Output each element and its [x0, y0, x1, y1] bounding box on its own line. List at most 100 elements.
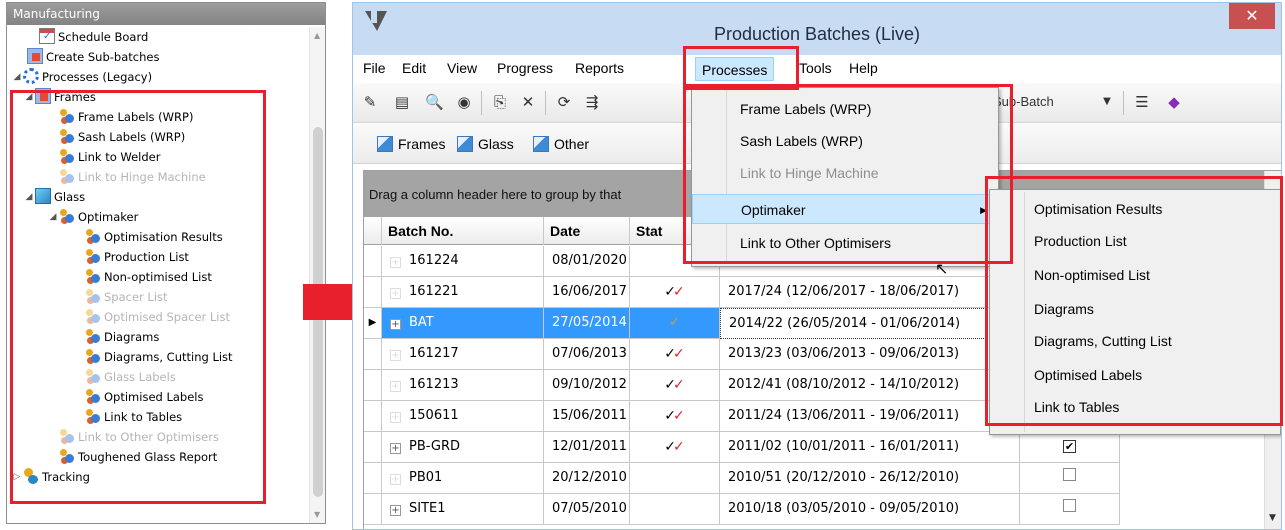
expand-icon[interactable]: + — [390, 288, 401, 299]
submenu-arrow-icon: ▶ — [980, 205, 987, 215]
batch-date: 07/05/2010 — [544, 494, 630, 525]
people-icon — [85, 368, 101, 384]
tree-item-optimised-labels[interactable]: Optimised Labels — [85, 387, 204, 407]
expand-icon[interactable]: + — [390, 381, 401, 392]
people-icon — [85, 248, 101, 264]
menu-view[interactable]: View — [447, 60, 477, 76]
checkbox[interactable]: ✔ — [1063, 440, 1076, 453]
glass-button[interactable]: Glass — [457, 136, 514, 152]
table-row[interactable]: + PB-GRD 12/01/2011 ✓✓ 2011/02 (10/01/2011 -… — [364, 432, 1281, 463]
expand-icon[interactable]: + — [390, 505, 401, 516]
scroll-up-icon[interactable]: ▲ — [314, 31, 320, 40]
other-icon — [533, 136, 549, 152]
batch-checkbox-cell[interactable]: ✔ — [1020, 432, 1120, 463]
tree-item-tracking[interactable]: ▷ Tracking — [11, 467, 90, 487]
help-book-icon[interactable]: ◆ — [1165, 93, 1183, 111]
column-date[interactable]: Date — [544, 217, 630, 245]
batch-number: 161217 — [409, 346, 459, 361]
properties-icon[interactable]: ☰ — [1133, 93, 1151, 111]
menu-reports[interactable]: Reports — [575, 60, 624, 76]
scroll-down-icon[interactable]: ▼ — [314, 510, 320, 519]
tree-item-diagrams[interactable]: Diagrams — [85, 327, 159, 347]
checkbox[interactable] — [1063, 499, 1076, 512]
new-batch-icon[interactable]: ✎ — [361, 93, 379, 111]
batch-checkbox-cell[interactable] — [1020, 494, 1120, 525]
tree-item-diagrams-cutting-list[interactable]: Diagrams, Cutting List — [85, 347, 233, 367]
tree-item-frame-labels[interactable]: Frame Labels (WRP) — [59, 107, 193, 127]
tree-item-production-list[interactable]: Production List — [85, 247, 189, 267]
delete-icon[interactable]: ✕ — [519, 93, 537, 111]
row-indicator[interactable] — [364, 370, 382, 401]
refresh-icon[interactable]: ⟳ — [555, 93, 573, 111]
database-icon[interactable]: ◉ — [455, 93, 473, 111]
column-chooser-icon[interactable]: ⇶ — [583, 93, 601, 111]
tree-item-glass-labels: Glass Labels — [85, 367, 176, 387]
row-indicator[interactable] — [364, 401, 382, 432]
expand-icon[interactable]: + — [390, 257, 401, 268]
row-indicator[interactable]: ▶ — [364, 308, 382, 339]
expand-icon[interactable]: + — [390, 319, 401, 330]
tree-item-create-sub-batches[interactable]: Create Sub-batches — [15, 47, 159, 67]
table-row[interactable]: + PB01 20/12/2010 2010/51 (20/12/2010 - 26/… — [364, 463, 1281, 494]
collapse-arrow-icon[interactable]: ◢ — [23, 87, 35, 107]
menu-item-diagrams[interactable]: Diagrams — [990, 294, 1280, 324]
row-indicator[interactable] — [364, 494, 382, 525]
tree-item-frames[interactable]: ◢ Frames — [23, 87, 96, 107]
tree-item-optimisation-results[interactable]: Optimisation Results — [85, 227, 223, 247]
tree-item-sash-labels[interactable]: Sash Labels (WRP) — [59, 127, 185, 147]
tree-item-spacer-list: Spacer List — [85, 287, 168, 307]
sub-batch-dropdown-icon[interactable]: ▼ — [1098, 93, 1116, 111]
tree-item-non-optimised-list[interactable]: Non-optimised List — [85, 267, 212, 287]
row-indicator[interactable] — [364, 277, 382, 308]
scroll-down-icon[interactable]: ▼ — [1269, 513, 1276, 523]
expand-icon[interactable]: + — [390, 474, 401, 485]
menu-item-link-to-other-optimisers[interactable]: Link to Other Optimisers — [692, 228, 998, 258]
tree-item-link-to-welder[interactable]: Link to Welder — [59, 147, 160, 167]
tree-item-processes-legacy[interactable]: ◢ Processes (Legacy) — [11, 67, 152, 87]
menu-item-sash-labels[interactable]: Sash Labels (WRP) — [692, 126, 998, 156]
column-batch-no[interactable]: Batch No. — [382, 217, 544, 245]
menu-item-optimised-labels[interactable]: Optimised Labels — [990, 360, 1280, 390]
copy-icon[interactable]: ⎘ — [491, 93, 509, 111]
menu-processes[interactable]: Processes — [695, 57, 775, 81]
expand-icon[interactable]: + — [390, 443, 401, 454]
menu-item-production-list[interactable]: Production List — [990, 226, 1280, 256]
menu-help[interactable]: Help — [849, 60, 878, 76]
collapse-arrow-icon[interactable]: ◢ — [23, 187, 35, 207]
batch-date: 12/01/2011 — [544, 432, 630, 463]
preview-icon[interactable]: 🔍 — [425, 93, 444, 111]
tree-item-optimaker[interactable]: ◢ Optimaker — [47, 207, 138, 227]
collapse-arrow-icon[interactable]: ◢ — [11, 67, 23, 87]
menu-item-diagrams-cutting-list[interactable]: Diagrams, Cutting List — [990, 326, 1280, 356]
tree-item-toughened-glass-report[interactable]: Toughened Glass Report — [59, 447, 217, 467]
menu-file[interactable]: File — [363, 60, 386, 76]
menu-edit[interactable]: Edit — [402, 60, 426, 76]
expand-icon[interactable]: + — [390, 412, 401, 423]
other-button[interactable]: Other — [533, 136, 589, 152]
edit-batch-icon[interactable]: ▤ — [393, 93, 411, 111]
row-indicator[interactable] — [364, 432, 382, 463]
expand-icon[interactable]: + — [390, 350, 401, 361]
menu-progress[interactable]: Progress — [497, 60, 553, 76]
collapse-arrow-icon[interactable]: ◢ — [47, 207, 59, 227]
row-indicator[interactable] — [364, 339, 382, 370]
sub-batch-button[interactable]: Sub-Batch — [993, 93, 1054, 111]
table-row[interactable]: + SITE1 07/05/2010 2010/18 (03/05/2010 - 09… — [364, 494, 1281, 525]
batch-checkbox-cell[interactable] — [1020, 463, 1120, 494]
row-indicator[interactable] — [364, 463, 382, 494]
tree-item-schedule-board[interactable]: Schedule Board — [27, 27, 148, 47]
batch-date: 20/12/2010 — [544, 463, 630, 494]
frames-button[interactable]: Frames — [377, 136, 445, 152]
tree-item-glass[interactable]: ◢ Glass — [23, 187, 85, 207]
row-indicator[interactable] — [364, 246, 382, 277]
menu-item-optimisation-results[interactable]: Optimisation Results — [990, 194, 1280, 224]
menu-item-link-to-tables[interactable]: Link to Tables — [990, 392, 1280, 422]
checkbox[interactable] — [1063, 468, 1076, 481]
close-button[interactable]: ✕ — [1229, 3, 1275, 29]
menu-tools[interactable]: Tools — [799, 60, 832, 76]
menu-item-frame-labels[interactable]: Frame Labels (WRP) — [692, 94, 998, 124]
tree-item-link-to-tables[interactable]: Link to Tables — [85, 407, 182, 427]
expand-arrow-icon[interactable]: ▷ — [11, 467, 23, 487]
menu-item-non-optimised-list[interactable]: Non-optimised List — [990, 260, 1280, 290]
menu-item-optimaker[interactable]: Optimaker ▶ — [692, 194, 998, 224]
